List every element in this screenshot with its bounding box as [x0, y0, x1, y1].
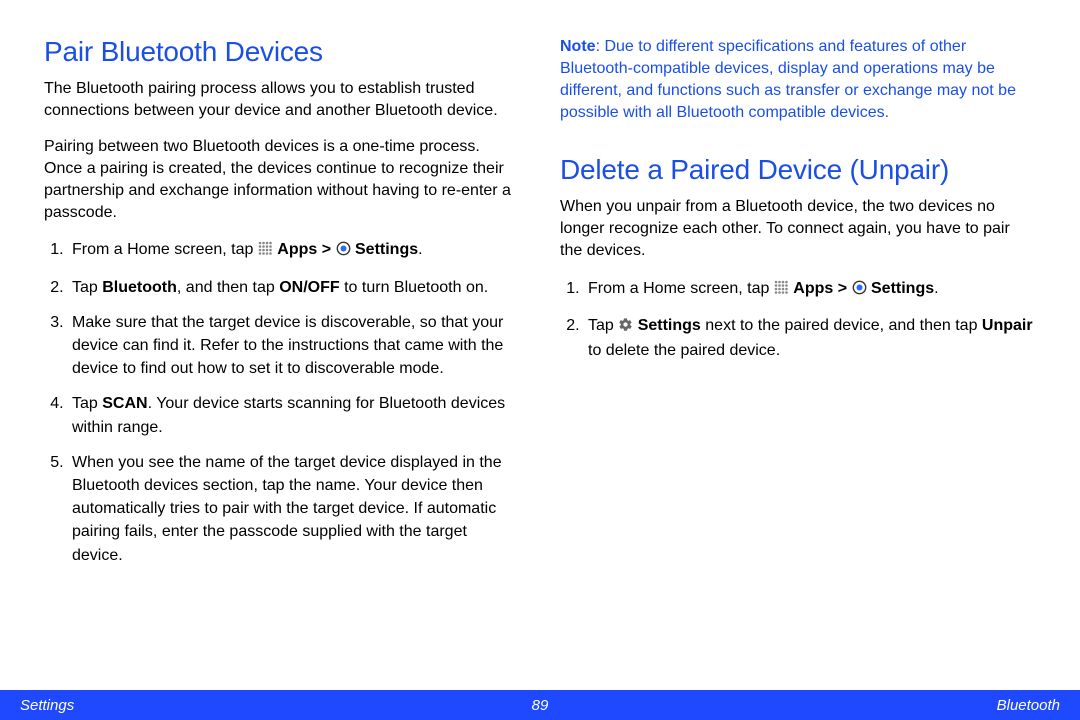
content-columns: Pair Bluetooth Devices The Bluetooth pai… — [0, 0, 1080, 680]
footer: Settings 89 Bluetooth — [0, 690, 1080, 720]
unpair-step-1: From a Home screen, tap Apps > Settings. — [584, 277, 1036, 302]
unpair-intro: When you unpair from a Bluetooth device,… — [560, 196, 1036, 262]
gt: > — [322, 241, 336, 258]
text: . — [934, 280, 938, 297]
apps-label: Apps — [277, 241, 317, 258]
pair-step-2: Tap Bluetooth, and then tap ON/OFF to tu… — [68, 276, 520, 299]
settings-label: Settings — [871, 280, 934, 297]
right-column: Note: Due to different specifications an… — [560, 36, 1036, 680]
text: Tap — [588, 317, 618, 334]
text: Tap — [72, 395, 102, 412]
settings-label: Settings — [355, 241, 418, 258]
pair-heading: Pair Bluetooth Devices — [44, 36, 520, 68]
text: , and then tap — [177, 279, 279, 296]
text: next to the paired device, and then tap — [701, 317, 982, 334]
gear-icon — [618, 316, 633, 339]
text: . — [418, 241, 422, 258]
note: Note: Due to different specifications an… — [560, 36, 1036, 124]
apps-icon — [258, 240, 273, 263]
pair-step-5: When you see the name of the target devi… — [68, 451, 520, 567]
settings-icon — [852, 279, 867, 302]
unpair-steps: From a Home screen, tap Apps > Settings.… — [560, 277, 1036, 363]
page-number: 89 — [532, 697, 549, 714]
settings-icon — [336, 240, 351, 263]
unpair-heading: Delete a Paired Device (Unpair) — [560, 154, 1036, 186]
gt: > — [838, 280, 852, 297]
text: From a Home screen, tap — [72, 241, 258, 258]
settings-label: Settings — [638, 317, 701, 334]
scan-label: SCAN — [102, 395, 147, 412]
note-label: Note — [560, 38, 596, 55]
text: Tap — [72, 279, 102, 296]
apps-label: Apps — [793, 280, 833, 297]
pair-step-3: Make sure that the target device is disc… — [68, 311, 520, 381]
pair-step-4: Tap SCAN. Your device starts scanning fo… — [68, 392, 520, 438]
onoff-label: ON/OFF — [279, 279, 339, 296]
text: to turn Bluetooth on. — [340, 279, 489, 296]
pair-step-1: From a Home screen, tap Apps > Settings. — [68, 238, 520, 263]
bluetooth-label: Bluetooth — [102, 279, 177, 296]
text: From a Home screen, tap — [588, 280, 774, 297]
text: to delete the paired device. — [588, 342, 780, 359]
footer-left: Settings — [20, 697, 74, 714]
note-text: : Due to different specifications and fe… — [560, 38, 1016, 121]
page: Pair Bluetooth Devices The Bluetooth pai… — [0, 0, 1080, 720]
unpair-step-2: Tap Settings next to the paired device, … — [584, 314, 1036, 362]
unpair-label: Unpair — [982, 317, 1033, 334]
pair-steps: From a Home screen, tap Apps > Settings.… — [44, 238, 520, 566]
pair-intro-2: Pairing between two Bluetooth devices is… — [44, 136, 520, 224]
footer-right: Bluetooth — [997, 697, 1060, 714]
apps-icon — [774, 279, 789, 302]
left-column: Pair Bluetooth Devices The Bluetooth pai… — [44, 36, 520, 680]
pair-intro-1: The Bluetooth pairing process allows you… — [44, 78, 520, 122]
